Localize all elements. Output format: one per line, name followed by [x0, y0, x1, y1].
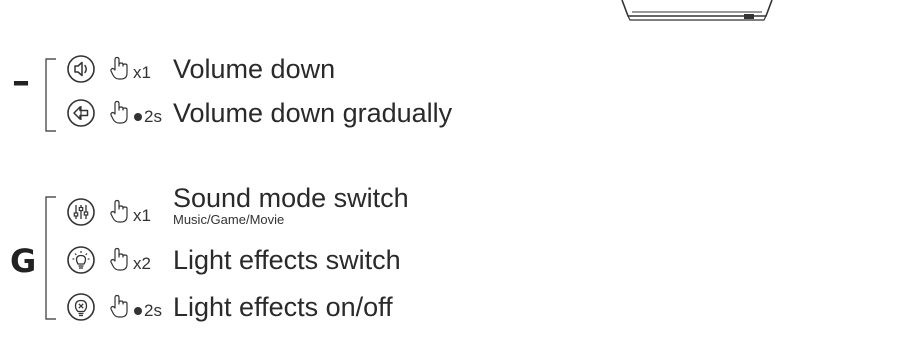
- hold-icon: [134, 307, 142, 315]
- press-icon: [108, 198, 132, 226]
- function-sublabel: Music/Game/Movie: [173, 212, 285, 227]
- minus-key-label: –: [12, 61, 30, 102]
- press-count: x1: [133, 206, 151, 225]
- press-icon: [108, 55, 132, 83]
- press-icon: [108, 246, 132, 274]
- press-count: x1: [133, 63, 151, 82]
- device-outline: [621, 0, 773, 21]
- press-count: x2: [133, 254, 151, 273]
- list-item-light-effects-on-off: 2s Light effects on/off: [66, 290, 393, 324]
- g-group-bracket: [45, 196, 56, 320]
- hold-duration-text: 2s: [144, 301, 162, 320]
- hold-icon: [134, 113, 142, 121]
- list-item-volume-down-gradually: 2s Volume down gradually: [66, 96, 452, 130]
- list-item-sound-mode-switch: x1 Sound mode switch Music/Game/Movie: [66, 183, 409, 230]
- hold-duration: 2s: [133, 107, 171, 127]
- function-label: Light effects switch: [173, 244, 401, 275]
- function-label: Sound mode switch: [173, 183, 409, 213]
- list-item-light-effects-switch: x2 Light effects switch: [66, 243, 401, 277]
- hold-duration-text: 2s: [144, 107, 162, 126]
- function-label: Volume down gradually: [173, 97, 453, 128]
- function-label-group: Sound mode switch Music/Game/Movie: [173, 183, 409, 227]
- hold-duration: 2s: [133, 301, 171, 321]
- minus-group-bracket: [45, 58, 56, 132]
- function-label: Volume down: [173, 53, 336, 84]
- lightbulb-off-icon: [66, 292, 96, 322]
- volume-down-gradual-icon: [66, 98, 96, 128]
- g-key-label: G: [10, 242, 37, 280]
- press-icon: [108, 99, 132, 127]
- function-label: Light effects on/off: [173, 291, 393, 322]
- volume-down-icon: [66, 54, 96, 84]
- list-item-volume-down: x1 Volume down: [66, 52, 335, 86]
- lightbulb-icon: [66, 245, 96, 275]
- equalizer-icon: [66, 197, 96, 227]
- press-icon: [108, 293, 132, 321]
